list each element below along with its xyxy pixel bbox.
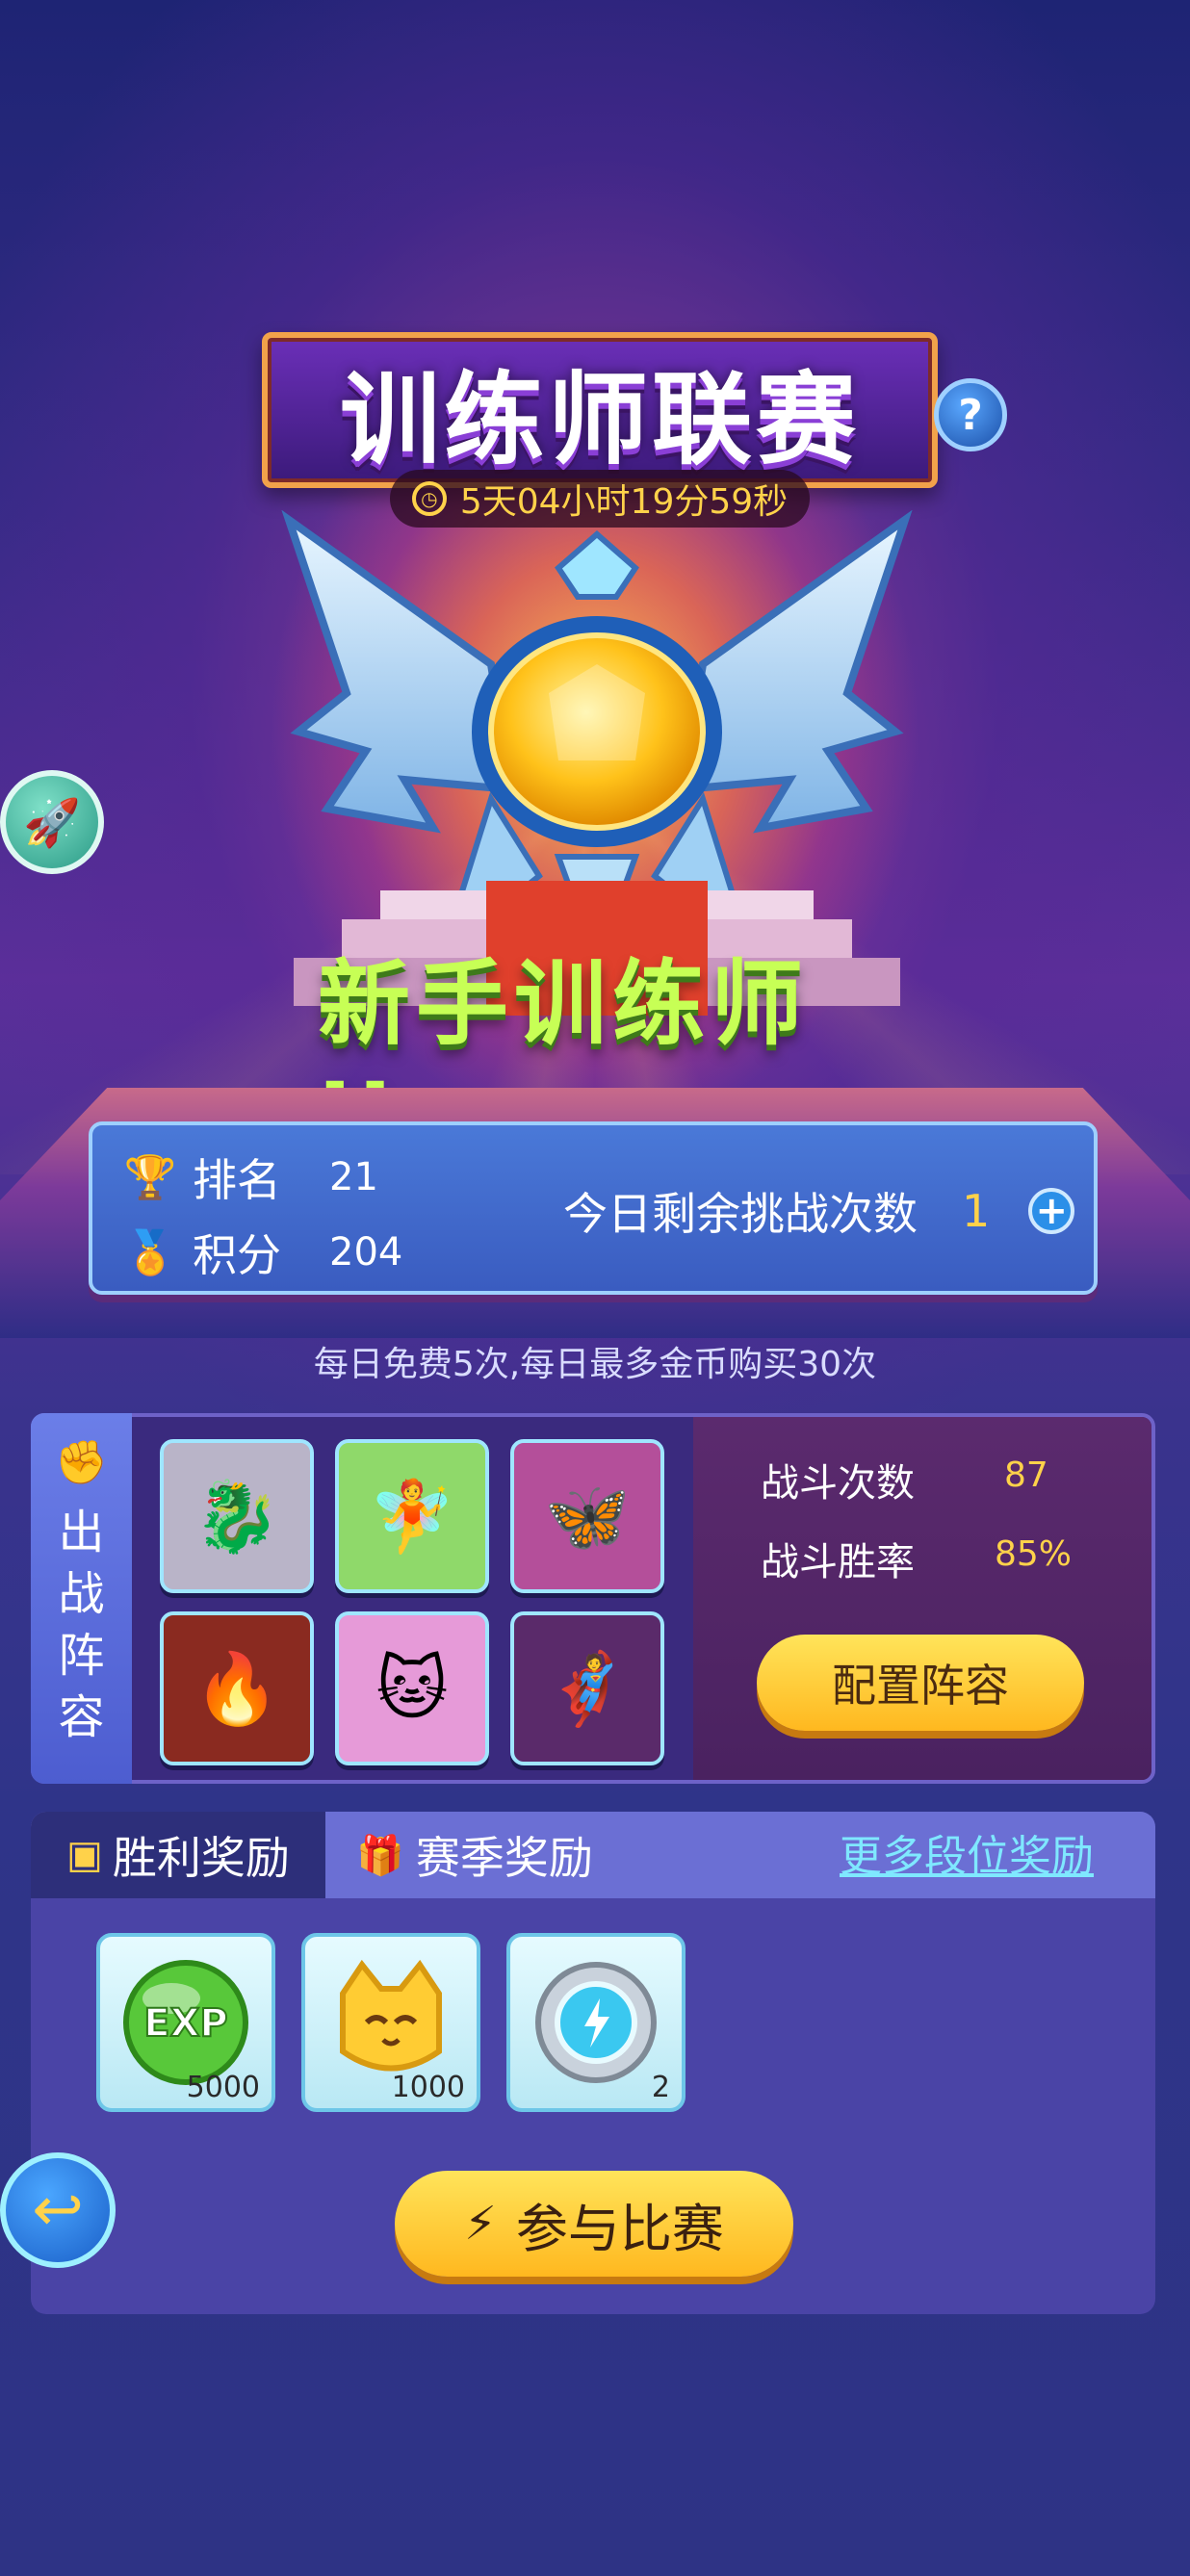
win-rate-label: 战斗胜率	[761, 1540, 915, 1584]
lineup-label-char: 容	[58, 1690, 105, 1744]
rocket-icon: 🚀	[23, 795, 81, 850]
reward-item-exp[interactable]: EXP 5000	[96, 1933, 275, 2112]
lineup-label-char: 出	[58, 1506, 105, 1559]
tab-season-rewards[interactable]: 🎁 赛季奖励	[356, 1812, 607, 1898]
tab-season-label: 赛季奖励	[415, 1832, 593, 1884]
reward-item-coin[interactable]: 1000	[301, 1933, 480, 2112]
chest-icon: ▣	[66, 1833, 103, 1877]
hero-slot-2[interactable]: 🧚	[335, 1439, 489, 1593]
medal-icon: 🏅	[123, 1228, 177, 1277]
join-match-label: 参与比赛	[515, 2198, 724, 2259]
flower-girl-icon: 🧚	[369, 1475, 455, 1557]
join-match-button[interactable]: ⚡ 参与比赛	[395, 2171, 793, 2277]
remaining-value: 1	[962, 1185, 991, 1237]
fire-dragon-icon: 🔥	[194, 1647, 280, 1729]
question-icon: ?	[958, 390, 983, 440]
lineup-label-char: 战	[58, 1567, 105, 1621]
lineup-label: ✊ 出 战 阵 容	[31, 1413, 132, 1784]
score-row: 🏅 积分 204	[123, 1221, 403, 1284]
reward-item-energy[interactable]: 2	[506, 1933, 686, 2112]
fist-icon: ✊	[55, 1438, 108, 1487]
hero-slot-6[interactable]: 🦸	[510, 1611, 664, 1765]
remaining-label: 今日剩余挑战次数	[563, 1188, 918, 1240]
reward-qty: 2	[651, 2071, 670, 2104]
gift-icon: 🎁	[356, 1833, 404, 1878]
tab-victory-rewards[interactable]: ▣ 胜利奖励	[31, 1812, 325, 1898]
rank-value: 21	[329, 1155, 378, 1199]
armored-fairy-icon: 🦋	[544, 1475, 631, 1557]
title-banner: 训练师联赛	[262, 332, 938, 488]
score-value: 204	[329, 1230, 403, 1275]
svg-text:EXP: EXP	[143, 2001, 227, 2046]
energy-badge-icon	[535, 1962, 657, 2083]
tab-victory-label: 胜利奖励	[112, 1832, 290, 1884]
page-title: 训练师联赛	[339, 360, 860, 478]
back-arrow-icon: ↩	[32, 2175, 84, 2246]
purchase-note: 每日免费5次,每日最多金币购买30次	[313, 1345, 877, 1384]
battle-count-value: 87	[1004, 1455, 1048, 1495]
rank-row: 🏆 排名 21	[123, 1146, 378, 1209]
exp-orb-icon: EXP	[123, 1960, 248, 2085]
hero-slot-1[interactable]: 🐉	[160, 1439, 314, 1593]
rocket-button[interactable]: 🚀	[0, 770, 104, 874]
back-button[interactable]: ↩	[0, 2152, 116, 2268]
lineup-label-char: 阵	[58, 1629, 105, 1683]
remaining-challenges: 今日剩余挑战次数 1 +	[563, 1179, 1075, 1243]
plus-icon: +	[1035, 1189, 1069, 1233]
battle-count-label: 战斗次数	[761, 1461, 915, 1506]
win-rate-value: 85%	[995, 1534, 1073, 1574]
score-label: 积分	[193, 1229, 281, 1281]
hero-slot-3[interactable]: 🦋	[510, 1439, 664, 1593]
more-rank-rewards-link[interactable]: 更多段位奖励	[840, 1821, 1094, 1883]
masked-hero-icon: 🦸	[544, 1647, 631, 1729]
lightning-icon: ⚡	[464, 2197, 497, 2251]
cat-coin-icon	[340, 1959, 442, 2072]
hero-slot-5[interactable]: 🐱	[335, 1611, 489, 1765]
add-challenge-button[interactable]: +	[1028, 1188, 1075, 1234]
rank-label: 排名	[193, 1154, 281, 1206]
trophy-icon: 🏆	[123, 1153, 177, 1202]
hero-slot-4[interactable]: 🔥	[160, 1611, 314, 1765]
reward-qty: 1000	[391, 2071, 465, 2104]
reward-qty: 5000	[186, 2071, 260, 2104]
configure-lineup-button[interactable]: 配置阵容	[757, 1635, 1084, 1731]
help-button[interactable]: ?	[934, 378, 1007, 451]
pink-cat-icon: 🐱	[375, 1648, 449, 1729]
dragon-knight-icon: 🐉	[194, 1475, 280, 1557]
